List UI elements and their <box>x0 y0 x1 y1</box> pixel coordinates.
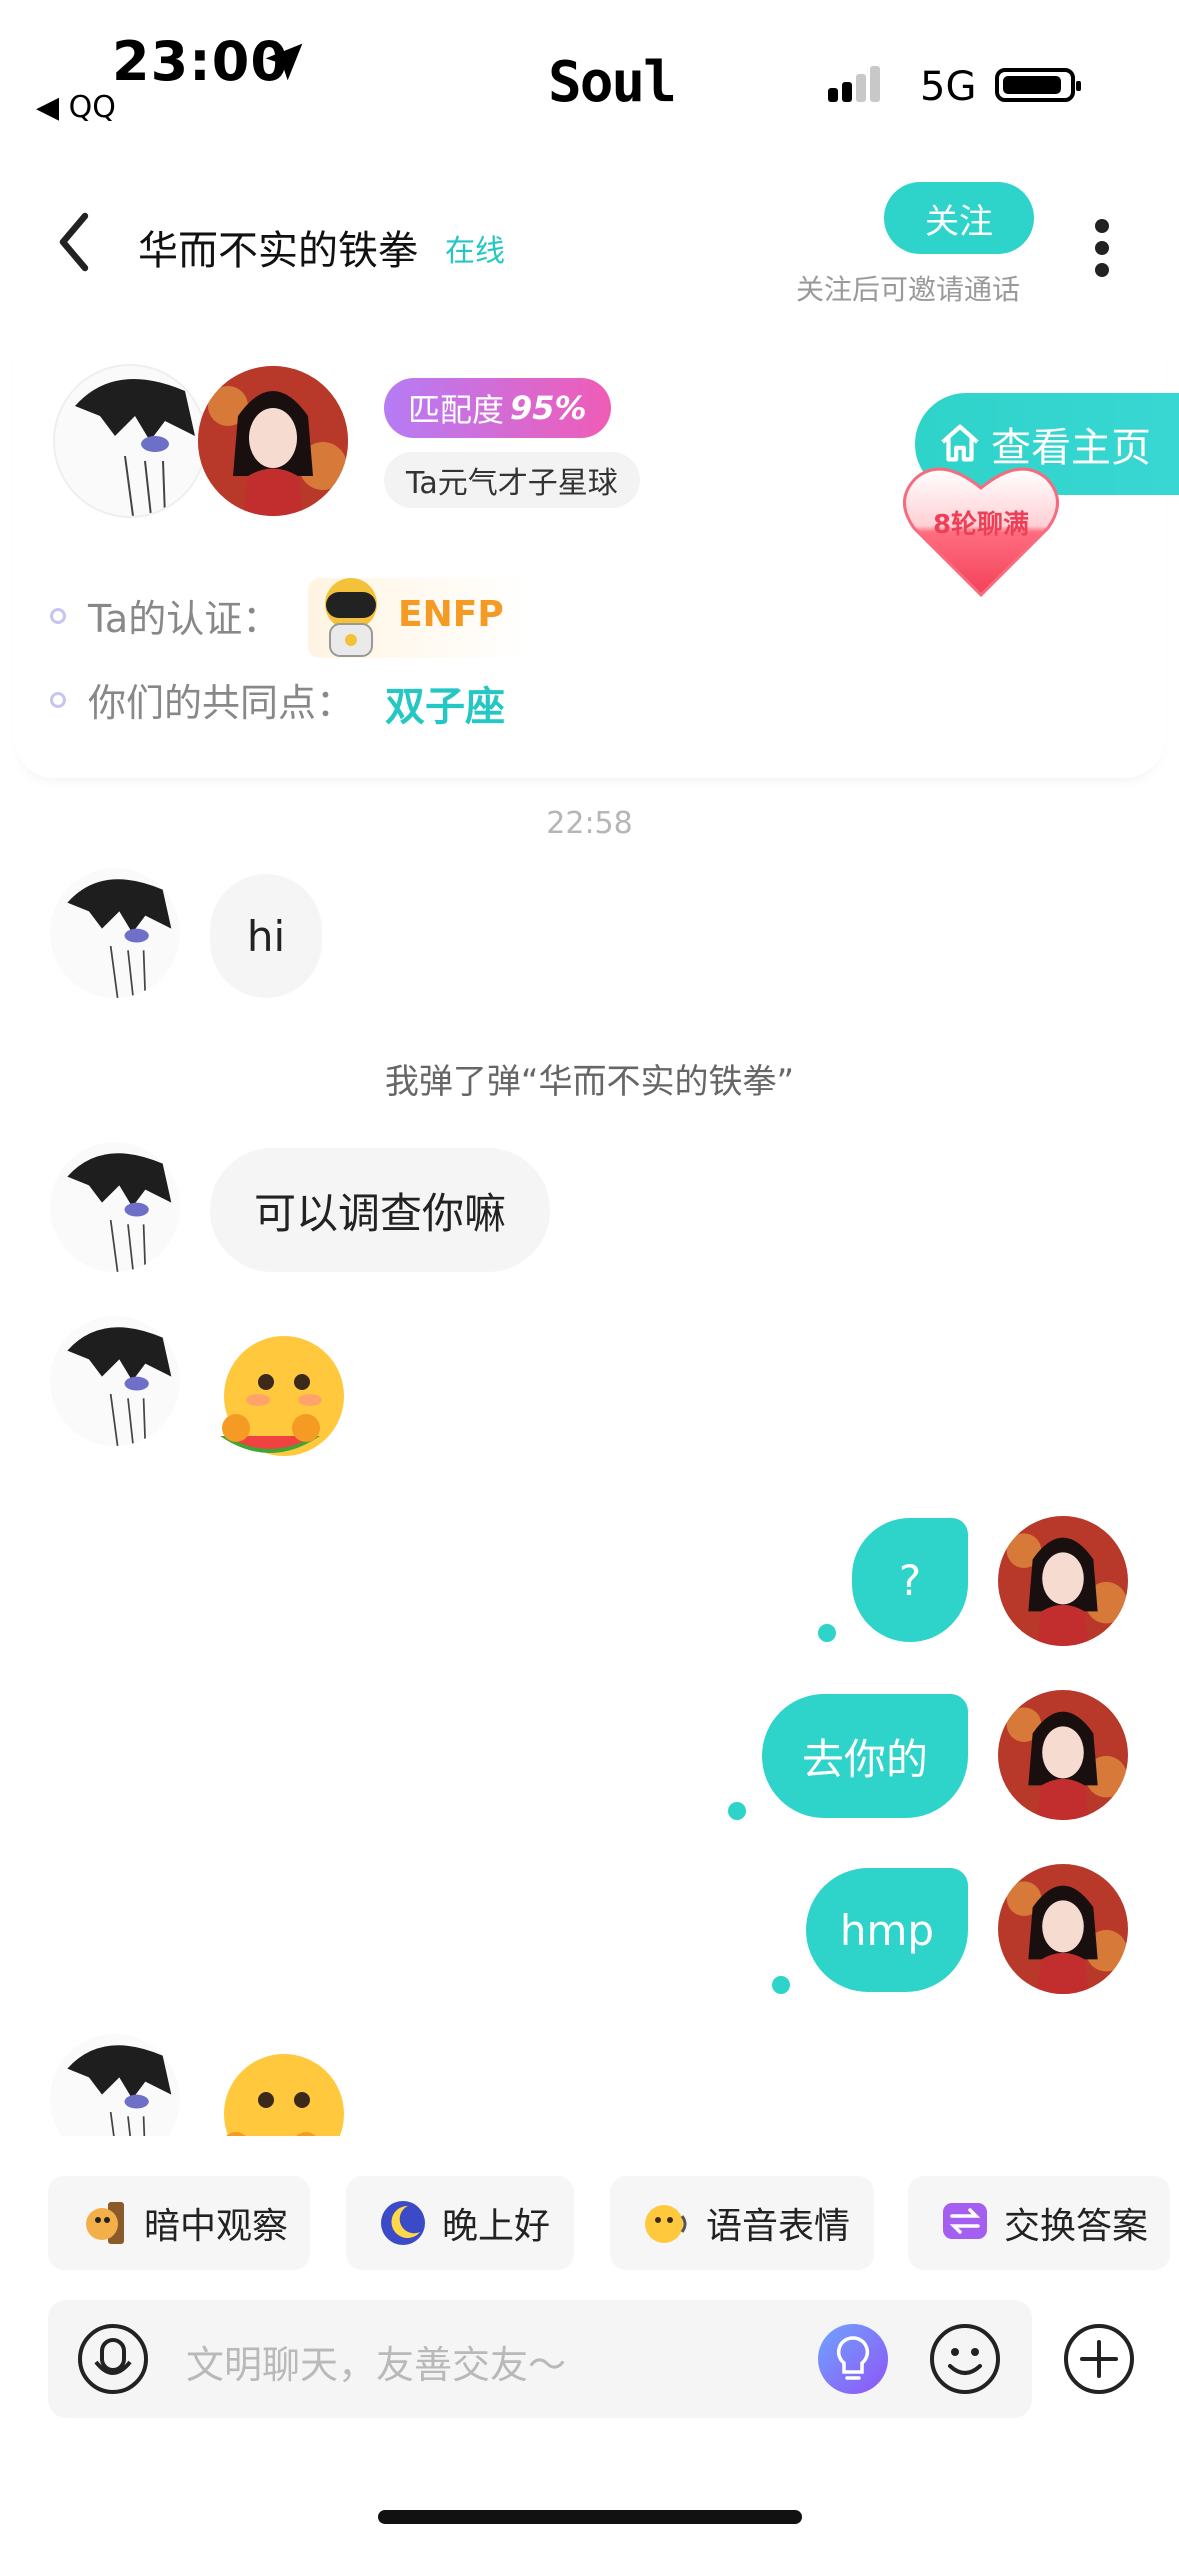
moon-icon <box>381 2201 425 2245</box>
emoji-eating-watermelon-icon[interactable] <box>210 1330 350 1470</box>
match-badge: 匹配度 95% <box>384 378 611 438</box>
emoji-picker-icon[interactable] <box>928 2322 1002 2396</box>
common-value: 双子座 <box>385 684 505 730</box>
peeking-dog-icon <box>86 2202 124 2244</box>
astronaut-icon <box>325 578 377 657</box>
emoji-eating-watermelon-icon[interactable] <box>210 2048 350 2136</box>
message-bubble[interactable]: 可以调查你嘛 <box>210 1148 550 1272</box>
location-arrow-icon <box>265 43 303 81</box>
app-logo: Soul <box>548 50 677 115</box>
my-message-bubble[interactable]: ? <box>852 1518 968 1642</box>
chat-partner-name: 华而不实的铁拳 <box>138 228 418 274</box>
bullet-icon <box>50 607 66 624</box>
my-message-bubble[interactable]: 去你的 <box>762 1694 968 1818</box>
mbti-value: ENFP <box>398 594 504 635</box>
partner-avatar-small[interactable] <box>50 2034 180 2136</box>
common-label: 你们的共同点： <box>88 681 355 725</box>
quick-action-voice-emoji[interactable]: 语音表情 <box>610 2176 874 2270</box>
online-status: 在线 <box>445 234 505 269</box>
message-input[interactable]: 文明聊天，友善交友～ <box>186 2334 566 2389</box>
read-indicator <box>772 1976 790 1994</box>
my-avatar-small[interactable] <box>998 1864 1128 1994</box>
battery-icon <box>995 68 1081 102</box>
partner-avatar-small[interactable] <box>50 1316 180 1446</box>
chat-rounds-label: 8轮聊满 <box>932 510 1030 540</box>
quick-action-label: 语音表情 <box>706 2206 851 2247</box>
common-row: 你们的共同点： <box>50 672 354 727</box>
back-to-app-link[interactable]: ◀ QQ <box>36 90 116 125</box>
certification-label: Ta的认证： <box>88 597 281 641</box>
planet-tag: Ta元气才子星球 <box>384 452 640 508</box>
match-label: 匹配度 <box>408 391 505 429</box>
exchange-icon <box>943 2203 987 2239</box>
match-value: 95% <box>510 389 587 427</box>
partner-avatar-small[interactable] <box>50 1142 180 1272</box>
my-avatar-small[interactable] <box>998 1516 1128 1646</box>
back-arrow-icon[interactable] <box>55 210 95 274</box>
partner-avatar-small[interactable] <box>50 868 180 998</box>
voice-input-icon[interactable] <box>76 2322 150 2396</box>
quick-action-label: 交换答案 <box>1004 2206 1149 2247</box>
message-bubble[interactable]: hi <box>210 874 322 998</box>
certification-row: Ta的认证： <box>50 588 280 643</box>
quick-action-good-evening[interactable]: 晚上好 <box>346 2176 574 2270</box>
home-indicator[interactable] <box>378 2510 802 2524</box>
quick-action-observe[interactable]: 暗中观察 <box>48 2176 310 2270</box>
signal-icon <box>828 66 880 102</box>
read-indicator <box>728 1802 746 1820</box>
system-message: 我弹了弹“华而不实的铁拳” <box>384 1062 795 1102</box>
quick-action-label: 暗中观察 <box>144 2206 289 2247</box>
quick-action-label: 晚上好 <box>442 2206 551 2247</box>
message-timestamp: 22:58 <box>546 806 633 841</box>
network-type: 5G <box>920 64 977 110</box>
my-avatar-small[interactable] <box>998 1690 1128 1820</box>
follow-button[interactable]: 关注 <box>884 182 1034 254</box>
read-indicator <box>818 1624 836 1642</box>
follow-hint: 关注后可邀请通话 <box>796 273 1021 306</box>
add-attachment-icon[interactable] <box>1062 2322 1136 2396</box>
partner-avatar[interactable] <box>55 366 205 516</box>
my-message-bubble[interactable]: hmp <box>806 1868 968 1992</box>
ai-assistant-icon[interactable] <box>816 2322 890 2396</box>
more-options-icon[interactable] <box>1092 216 1112 280</box>
voice-emoji-icon <box>645 2205 687 2243</box>
bullet-icon <box>50 691 66 708</box>
my-avatar[interactable] <box>198 366 348 516</box>
quick-action-exchange-answers[interactable]: 交换答案 <box>908 2176 1170 2270</box>
chat-scroll-clip <box>0 2030 1179 2136</box>
